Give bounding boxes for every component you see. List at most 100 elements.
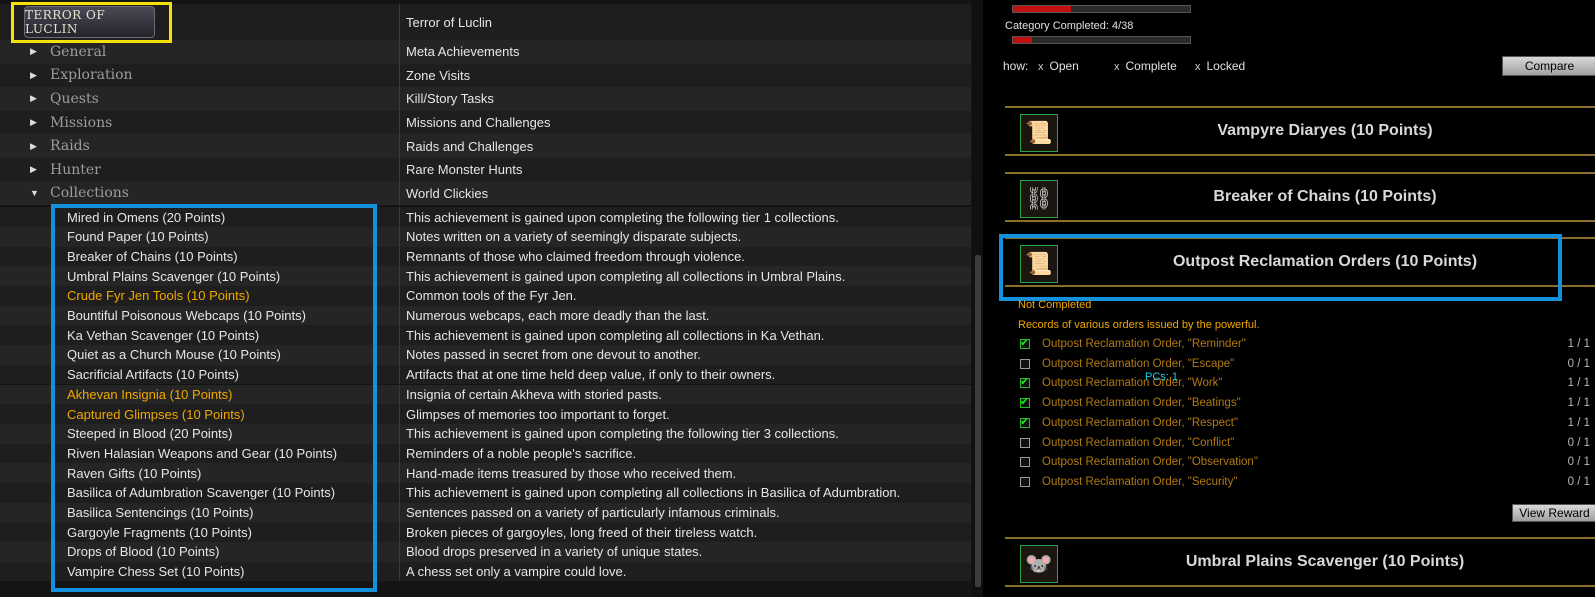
order-row: Outpost Reclamation Order, "Observation"… [1020,453,1590,471]
tree-category-row[interactable]: ▼ Collections World Clickies [0,181,971,206]
tree-name-cell: ▶ Quests [0,87,400,111]
tree-category-row[interactable]: ▶ Hunter Rare Monster Hunts [0,158,971,182]
order-label: Outpost Reclamation Order, "Security" [1042,475,1238,488]
expand-arrow-icon[interactable]: ▶ [30,70,37,81]
tree-description-cell: World Clickies [406,185,489,201]
tree-name-cell: ▶ Raids [0,134,400,158]
tree-description-cell: Reminders of a noble people's sacrifice. [406,445,637,461]
filter-open-label: Open [1049,59,1079,73]
view-reward-button[interactable]: View Reward [1512,504,1595,522]
order-count: 1 / 1 [1567,397,1590,410]
creature-icon: 🐭 [1020,545,1058,583]
checkbox-empty-icon [1020,457,1030,468]
filter-complete-label: Complete [1125,59,1177,73]
order-label: Outpost Reclamation Order, "Reminder" [1042,338,1246,350]
order-label: Outpost Reclamation Order, "Respect" [1042,416,1239,429]
achievement-status: Not Completed [1018,299,1092,311]
order-count: 0 / 1 [1567,456,1590,469]
tree-scrollbar-thumb[interactable] [975,255,981,587]
tree-item-label: Collections [50,185,129,202]
filter-complete-checkbox[interactable]: x [1114,61,1120,73]
tree-name-cell: ▶ General [0,40,400,64]
checkbox-empty-icon [1020,358,1030,369]
filter-locked-label: Locked [1206,59,1246,73]
filter-locked[interactable]: x Locked [1195,59,1245,73]
order-row: Outpost Reclamation Order, "Beatings" 1 /… [1020,394,1590,412]
tree-item-label: General [50,43,107,60]
tree-description-cell: Meta Achievements [406,44,520,60]
progress-bar-category [1012,36,1191,44]
tree-description-cell: Notes passed in secret from one devout t… [406,347,701,363]
order-count: 0 / 1 [1567,357,1590,370]
tree-item-label: Exploration [50,67,133,84]
expand-arrow-icon[interactable]: ▶ [30,141,37,152]
tree-name-cell: ▶ Hunter [0,158,400,182]
tree-description-cell: Common tools of the Fyr Jen. [406,288,577,304]
tree-description-cell: This achievement is gained upon completi… [406,209,839,225]
filter-open[interactable]: x Open [1038,59,1079,73]
show-filter-label: how: [1003,59,1029,73]
tree-category-row[interactable]: ▶ Exploration Zone Visits [0,63,971,88]
order-count: 0 / 1 [1567,436,1590,449]
order-count: 1 / 1 [1567,416,1590,429]
tree-description-cell: Kill/Story Tasks [406,91,494,107]
checkbox-checked-icon [1020,415,1030,428]
order-label: Outpost Reclamation Order, "Work" [1042,377,1223,390]
order-label: Outpost Reclamation Order, "Conflict" [1042,436,1235,449]
highlight-selected-achievement [999,234,1562,301]
tree-description-cell: Rare Monster Hunts [406,162,523,178]
highlight-collections-list [51,204,377,592]
tree-category-row[interactable]: ▶ Missions Missions and Challenges [0,110,971,135]
tree-description-cell: A chess set only a vampire could love. [406,564,627,580]
expand-arrow-icon[interactable]: ▶ [30,93,37,104]
chains-icon: ⛓ [1020,180,1058,218]
highlight-logo-box [11,2,172,43]
expand-arrow-icon[interactable]: ▼ [30,188,39,198]
pcs-count: PCs: 1 [1145,371,1179,383]
tree-description-cell: Missions and Challenges [406,115,551,131]
tree-name-cell: ▶ Exploration [0,63,400,88]
tree-category-row[interactable]: ▶ General Meta Achievements [0,40,971,64]
order-row: Outpost Reclamation Order, "Reminder" 1 /… [1020,335,1590,353]
tree-item-label: Hunter [50,161,101,178]
scroll-icon: 📜 [1020,114,1058,152]
checkbox-empty-icon [1020,476,1030,487]
expand-arrow-icon[interactable]: ▶ [30,117,37,128]
order-label: Outpost Reclamation Order, "Beatings" [1042,397,1241,410]
order-row: Outpost Reclamation Order, "Work" 1 / 1 [1020,374,1590,392]
tree-description-cell: Terror of Luclin [406,14,492,30]
achievement-header[interactable]: ⛓ Breaker of Chains (10 Points) [1005,172,1595,222]
tree-description-cell: Blood drops preserved in a variety of un… [406,544,703,560]
tree-category-row[interactable]: ▶ Quests Kill/Story Tasks [0,87,971,111]
tree-description-cell: This achievement is gained upon completi… [406,426,839,442]
achievement-header[interactable]: 🐭 Umbral Plains Scavenger (10 Points) [1005,537,1595,587]
tree-item-label: Missions [50,114,113,131]
tree-item-label: Quests [50,90,99,107]
filter-complete[interactable]: x Complete [1114,59,1177,73]
order-label: Outpost Reclamation Order, "Escape" [1042,357,1235,370]
achievement-title: Umbral Plains Scavenger (10 Points) [1185,553,1465,570]
tree-name-cell: ▶ Missions [0,110,400,135]
tree-description-cell: This achievement is gained upon completi… [406,485,901,501]
expand-arrow-icon[interactable]: ▶ [30,164,37,175]
checkbox-checked-icon [1020,336,1030,349]
order-count: 1 / 1 [1567,377,1590,390]
checkbox-empty-icon [1020,437,1030,448]
compare-button[interactable]: Compare [1502,56,1595,76]
filter-open-checkbox[interactable]: x [1038,61,1044,73]
order-row: Outpost Reclamation Order, "Respect" 1 / … [1020,414,1590,432]
tree-description-cell: Insignia of certain Akheva with storied … [406,386,662,402]
tree-description-cell: Numerous webcaps, each more deadly than … [406,308,710,324]
progress-fill-top [1013,6,1072,12]
order-label: Outpost Reclamation Order, "Observation" [1042,456,1258,469]
expand-arrow-icon[interactable]: ▶ [30,46,37,57]
category-completed-text: Category Completed: 4/38 [1005,20,1134,32]
tree-category-row[interactable]: ▶ Raids Raids and Challenges [0,134,971,158]
tree-description-cell: Artifacts that at one time held deep val… [406,367,776,383]
progress-bar-top [1012,5,1191,13]
tree-description-cell: Sentences passed on a variety of particu… [406,505,780,521]
checkbox-checked-icon [1020,375,1030,389]
achievement-header[interactable]: 📜 Vampyre Diaryes (10 Points) [1005,106,1595,156]
filter-locked-checkbox[interactable]: x [1195,61,1201,73]
order-row: Outpost Reclamation Order, "Security" 0 /… [1020,473,1590,491]
